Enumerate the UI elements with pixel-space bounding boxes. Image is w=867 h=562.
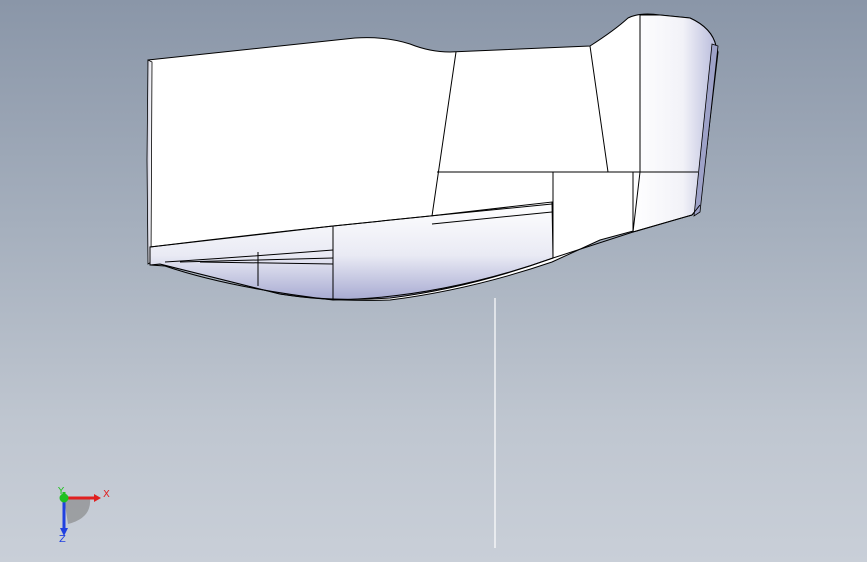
model-canvas[interactable]: X Y Z [0,0,867,562]
part-model[interactable] [146,13,719,301]
triad-shadow [64,498,91,524]
triad-y-label: Y [57,486,65,497]
triad-x-arrow-icon [94,494,101,502]
model-left-edge [146,59,153,265]
graphics-viewport[interactable]: X Y Z [0,0,867,562]
triad-z-label: Z [59,534,66,545]
orientation-triad[interactable]: X Y Z [57,486,110,545]
triad-x-label: X [103,489,110,500]
